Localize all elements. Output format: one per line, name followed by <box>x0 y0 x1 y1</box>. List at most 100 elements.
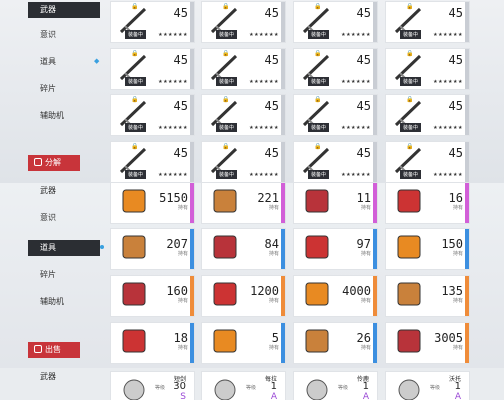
weapon-level: 45 <box>264 53 279 67</box>
character-card[interactable]: 短剑 等级 30 S <box>110 371 195 400</box>
rarity-bar <box>281 183 285 223</box>
character-card[interactable]: 沃托 等级 1 A <box>385 371 470 400</box>
sidebar-item-elf[interactable]: 辅助机 <box>40 297 64 307</box>
item-count: 160 <box>166 284 188 298</box>
weapon-card[interactable]: 🔒 45 装备中 ★★★★★★ <box>293 1 378 43</box>
item-card[interactable]: 11 持有 <box>293 183 378 224</box>
weapon-card[interactable]: 🔒 45 装备中 ★★★★★★ <box>293 48 378 90</box>
item-icon <box>305 189 329 213</box>
rarity-bar <box>465 2 469 42</box>
weapon-card[interactable]: 🔒 45 装备中 ★★★★★★ <box>201 48 286 90</box>
character-portrait <box>306 379 328 400</box>
held-label: 持有 <box>452 345 463 351</box>
level-label: 等级 <box>246 385 257 391</box>
item-card[interactable]: 207 持有 <box>110 228 195 270</box>
sidebar-item-items[interactable]: 道具 <box>28 240 104 256</box>
item-panel: 武器 意识 道具 碎片 辅助机 出售 5150 持有 221 持有 11 持有 16 持有 20… <box>0 183 504 368</box>
item-card[interactable]: 150 持有 <box>385 228 470 270</box>
equipped-badge: 装备中 <box>216 77 238 86</box>
sidebar: 武器 意识 道具 碎片 辅助机 出售 <box>0 183 104 368</box>
item-card[interactable]: 3005 持有 <box>385 322 470 364</box>
weapon-card[interactable]: 🔒 45 装备中 ★★★★★★ <box>110 1 195 43</box>
item-count: 18 <box>173 331 188 345</box>
star-rating: ★★★★★★ <box>341 79 371 85</box>
weapon-card[interactable]: 🔒 45 装备中 ★★★★★★ <box>385 48 470 90</box>
item-card[interactable]: 221 持有 <box>201 183 286 224</box>
character-portrait <box>214 379 236 400</box>
star-rating: ★★★★★★ <box>158 172 188 178</box>
level-label: 等级 <box>338 385 349 391</box>
item-card[interactable]: 135 持有 <box>385 275 470 317</box>
weapon-card[interactable]: 🔒 45 装备中 ★★★★★★ <box>293 94 378 136</box>
rarity-bar <box>373 2 377 42</box>
rarity-bar <box>281 49 285 89</box>
star-rating: ★★★★★★ <box>433 125 463 131</box>
weapon-card[interactable]: 🔒 45 装备中 ★★★★★★ <box>110 48 195 90</box>
held-label: 持有 <box>177 298 188 304</box>
item-count: 4000 <box>342 284 371 298</box>
equipped-badge: 装备中 <box>400 77 422 86</box>
character-portrait <box>398 379 420 400</box>
item-card[interactable]: 18 持有 <box>110 322 195 364</box>
rarity-bar <box>373 49 377 89</box>
item-card[interactable]: 97 持有 <box>293 228 378 270</box>
level-label: 等级 <box>155 385 166 391</box>
item-card[interactable]: 4000 持有 <box>293 275 378 317</box>
weapon-card[interactable]: 🔒 45 装备中 ★★★★★★ <box>293 141 378 183</box>
sidebar-item-fragments[interactable]: 碎片 <box>40 84 56 94</box>
rarity-bar <box>373 276 377 316</box>
rarity-bar <box>465 323 469 363</box>
sidebar-item-fragments[interactable]: 碎片 <box>40 270 56 280</box>
rarity-bar <box>465 183 469 223</box>
equipped-badge: 装备中 <box>216 170 238 179</box>
held-label: 持有 <box>360 298 371 304</box>
character-card[interactable]: 伶鹿 等级 1 A <box>293 371 378 400</box>
star-rating: ★★★★★★ <box>249 172 279 178</box>
rarity-bar <box>190 49 194 89</box>
equipped-badge: 装备中 <box>308 30 330 39</box>
sell-button[interactable]: 出售 <box>28 342 80 358</box>
weapon-card[interactable]: 🔒 45 装备中 ★★★★★★ <box>201 141 286 183</box>
rank-badge: A <box>270 392 277 400</box>
rarity-bar <box>281 276 285 316</box>
equipped-badge: 装备中 <box>125 77 147 86</box>
weapon-card[interactable]: 🔒 45 装备中 ★★★★★★ <box>110 141 195 183</box>
item-card[interactable]: 84 持有 <box>201 228 286 270</box>
level-label: 等级 <box>430 385 441 391</box>
weapon-card[interactable]: 🔒 45 装备中 ★★★★★★ <box>201 1 286 43</box>
weapon-card[interactable]: 🔒 45 装备中 ★★★★★★ <box>201 94 286 136</box>
sidebar-item-items[interactable]: 道具 ◆ <box>40 57 99 67</box>
sidebar-item-elf[interactable]: 辅助机 <box>40 111 64 121</box>
sidebar-item-stigmata[interactable]: 意识 <box>40 30 56 40</box>
item-card[interactable]: 1200 持有 <box>201 275 286 317</box>
item-count: 84 <box>264 237 279 251</box>
dismantle-label: 分解 <box>45 158 61 167</box>
sidebar-item-weapon[interactable]: 武器 <box>28 2 100 18</box>
character-card[interactable]: 每拉 等级 1 A <box>201 371 286 400</box>
card-panel: 武器 短剑 等级 30 S 每拉 等级 1 A 伶鹿 等级 1 A 沃托 等级 1 A <box>0 368 504 400</box>
weapon-card[interactable]: 🔒 45 装备中 ★★★★★★ <box>385 141 470 183</box>
weapon-level: 45 <box>173 99 188 113</box>
item-count: 135 <box>441 284 463 298</box>
item-card[interactable]: 26 持有 <box>293 322 378 364</box>
sidebar-item-stigmata[interactable]: 意识 <box>40 213 56 223</box>
item-card[interactable]: 160 持有 <box>110 275 195 317</box>
weapon-card[interactable]: 🔒 45 装备中 ★★★★★★ <box>385 94 470 136</box>
item-count: 5150 <box>159 191 188 205</box>
item-icon <box>213 282 237 306</box>
item-card[interactable]: 16 持有 <box>385 183 470 224</box>
dismantle-button[interactable]: 分解 <box>28 155 80 171</box>
sidebar-item-weapon[interactable]: 武器 <box>40 372 56 382</box>
sidebar-item-weapon[interactable]: 武器 <box>40 186 56 196</box>
weapon-card[interactable]: 🔒 45 装备中 ★★★★★★ <box>110 94 195 136</box>
rarity-bar <box>465 229 469 269</box>
weapon-card[interactable]: 🔒 45 装备中 ★★★★★★ <box>385 1 470 43</box>
item-count: 3005 <box>434 331 463 345</box>
item-card[interactable]: 5 持有 <box>201 322 286 364</box>
held-label: 持有 <box>177 345 188 351</box>
rarity-bar <box>190 229 194 269</box>
item-card[interactable]: 5150 持有 <box>110 183 195 224</box>
rarity-bar <box>465 142 469 182</box>
star-rating: ★★★★★★ <box>158 125 188 131</box>
rarity-bar <box>373 142 377 182</box>
